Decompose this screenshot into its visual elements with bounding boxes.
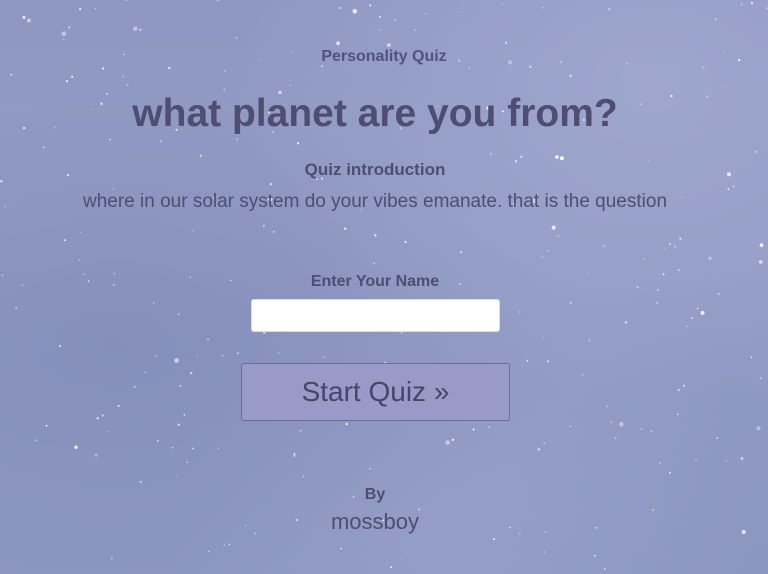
quiz-start-page: Personality Quiz what planet are you fro… bbox=[0, 0, 768, 574]
name-field-label: Enter Your Name bbox=[310, 273, 440, 290]
start-quiz-button[interactable]: Start Quiz » bbox=[241, 363, 510, 421]
quiz-type-label: Personality Quiz bbox=[321, 48, 447, 65]
by-label: By bbox=[364, 486, 386, 503]
intro-heading: Quiz introduction bbox=[304, 160, 446, 179]
quiz-title: what planet are you from? bbox=[132, 92, 618, 135]
name-input[interactable] bbox=[251, 299, 500, 332]
author-name: mossboy bbox=[330, 509, 420, 534]
intro-text: where in our solar system do your vibes … bbox=[82, 191, 668, 212]
